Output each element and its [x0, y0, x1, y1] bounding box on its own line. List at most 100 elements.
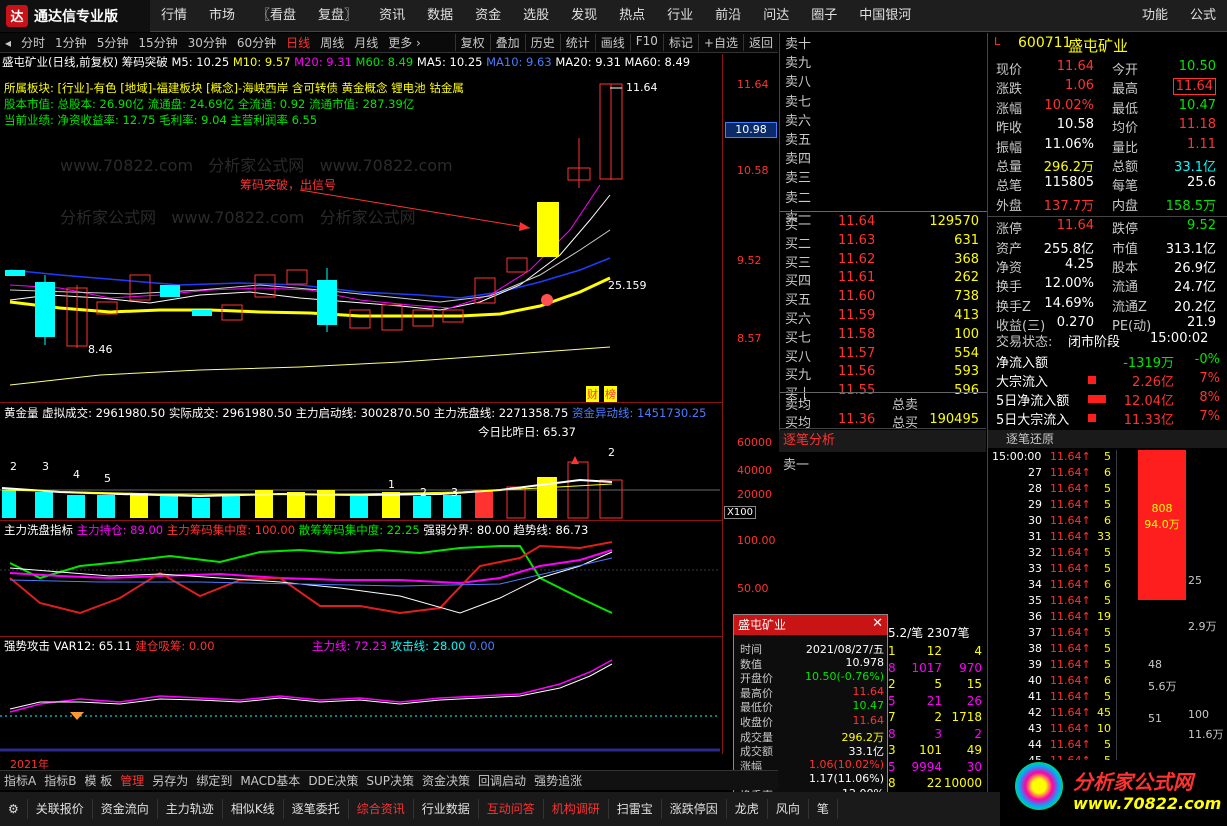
- bottom-tab[interactable]: 机构调研: [544, 799, 609, 819]
- period-tab[interactable]: 60分钟: [232, 34, 281, 51]
- indicator-tab[interactable]: 绑定到: [192, 772, 236, 789]
- annotation-arrow: [299, 189, 531, 229]
- chart-tool-button[interactable]: 返回: [742, 34, 778, 51]
- data-popup[interactable]: 盛屯矿业 ✕ 时间 2021/08/27/五 数值 10.978 开盘价 10.50(-0…: [733, 614, 888, 822]
- detail-cell: 8: [888, 776, 896, 790]
- bottom-tab[interactable]: 笔: [809, 799, 838, 819]
- chart-tool-button[interactable]: 复权: [454, 34, 490, 51]
- menu-item[interactable]: 行情: [150, 0, 198, 32]
- indicator-tab[interactable]: 资金决策: [418, 772, 474, 789]
- chart-tool-button[interactable]: F10: [629, 34, 663, 51]
- menu-item[interactable]: 行业: [656, 0, 704, 32]
- chart-tool-button[interactable]: 叠加: [489, 34, 525, 51]
- detail-cell: 15: [966, 677, 982, 691]
- indicator-tab[interactable]: SUP决策: [362, 772, 418, 789]
- indicator-tab[interactable]: 回调启动: [474, 772, 530, 789]
- indicator-tab[interactable]: DDE决策: [304, 772, 362, 789]
- chart-tool-button[interactable]: 历史: [524, 34, 560, 51]
- tick-list[interactable]: 逐笔还原 808 94.0万 15:00:00 27 28 29 30 31 32 33 34 3…: [987, 430, 1227, 803]
- bottom-tab[interactable]: 主力轨迹: [158, 799, 223, 819]
- menu-item[interactable]: 公式: [1179, 0, 1227, 32]
- chart-title-bar: 盛屯矿业(日线,前复权) 筹码突破 M5: 10.25 M10: 9.57 M2…: [2, 54, 722, 70]
- bottom-tab[interactable]: 行业数据: [414, 799, 479, 819]
- menu-item[interactable]: 选股: [512, 0, 560, 32]
- close-icon[interactable]: ✕: [872, 616, 883, 631]
- menu-item[interactable]: 复盘〗: [307, 0, 368, 32]
- indicator1-chart[interactable]: [0, 538, 722, 636]
- event-list[interactable]: 榜: [604, 386, 617, 402]
- event-finance[interactable]: 财: [586, 386, 599, 402]
- bottom-tab[interactable]: 逐笔委托: [284, 799, 349, 819]
- menu-item[interactable]: 〖看盘: [246, 0, 307, 32]
- bottom-tab[interactable]: 涨跌停因: [662, 799, 727, 819]
- tick-list-title[interactable]: 逐笔还原: [988, 430, 1227, 448]
- popup-key: 时间: [740, 643, 762, 656]
- tick-volume: 6: [1104, 466, 1111, 479]
- menu-item[interactable]: 中国银河: [848, 0, 922, 32]
- collapse-icon[interactable]: ◂: [0, 36, 16, 50]
- bottom-tab[interactable]: 资金流向: [93, 799, 158, 819]
- menu-item[interactable]: 发现: [560, 0, 608, 32]
- bid-row[interactable]: 买八 11.57 554: [780, 346, 987, 365]
- bottom-tab[interactable]: 扫雷宝: [609, 799, 662, 819]
- settings-icon[interactable]: ⚙: [0, 799, 28, 819]
- period-tab[interactable]: 分时: [16, 34, 50, 51]
- bid-row[interactable]: 买六 11.59 413: [780, 308, 987, 327]
- bottom-tab[interactable]: 风向: [768, 799, 809, 819]
- period-tab[interactable]: 15分钟: [133, 34, 182, 51]
- period-tab[interactable]: 日线: [281, 34, 315, 51]
- menu-item[interactable]: 数据: [416, 0, 464, 32]
- bottom-tab[interactable]: 关联报价: [28, 799, 93, 819]
- menu-item[interactable]: 功能: [1131, 0, 1179, 32]
- bid-row[interactable]: 买七 11.58 100: [780, 327, 987, 346]
- bottom-tab[interactable]: 相似K线: [223, 799, 284, 819]
- tick-row: 11.64↑ 19: [988, 610, 1123, 626]
- menu-item[interactable]: 资讯: [368, 0, 416, 32]
- bid-row[interactable]: 买九 11.56 593: [780, 364, 987, 383]
- quote-value: 24.7亿: [1174, 280, 1216, 296]
- bottom-tab[interactable]: 龙虎: [727, 799, 768, 819]
- menu-item[interactable]: 圈子: [800, 0, 848, 32]
- period-tab[interactable]: 30分钟: [183, 34, 232, 51]
- menu-item[interactable]: 资金: [464, 0, 512, 32]
- chart-tool-button[interactable]: 统计: [559, 34, 595, 51]
- indicator-tab[interactable]: 另存为: [148, 772, 192, 789]
- signal-dot: [541, 294, 553, 306]
- period-tab[interactable]: 周线: [315, 34, 349, 51]
- period-tab[interactable]: 5分钟: [92, 34, 134, 51]
- menu-item[interactable]: 市场: [198, 0, 246, 32]
- bid-row[interactable]: 买五 11.60 738: [780, 289, 987, 308]
- indicator-tab[interactable]: 管理: [116, 772, 148, 789]
- indicator-tab[interactable]: 强势追涨: [530, 772, 586, 789]
- indicator2-chart[interactable]: [0, 654, 722, 754]
- indicator-tab[interactable]: 指标A: [0, 772, 40, 789]
- period-tab[interactable]: 月线: [349, 34, 383, 51]
- tick-analysis-tab[interactable]: 逐笔分析: [779, 430, 986, 452]
- indicator-name[interactable]: 筹码突破: [122, 55, 168, 69]
- indicator-tab[interactable]: 指标B: [40, 772, 80, 789]
- menu-item[interactable]: 问达: [752, 0, 800, 32]
- period-tab[interactable]: 更多 ›: [383, 34, 426, 51]
- bid-row[interactable]: 买四 11.61 262: [780, 270, 987, 289]
- bid-row[interactable]: 买一 11.64 129570: [780, 214, 987, 233]
- bid-row[interactable]: 买二 11.63 631: [780, 233, 987, 252]
- quote-label: 今开: [1112, 63, 1139, 78]
- popup-key: 最高价: [740, 686, 773, 700]
- chart-tool-button[interactable]: 标记: [662, 34, 698, 51]
- menu-item[interactable]: 前沿: [704, 0, 752, 32]
- indicator-tab[interactable]: 模 板: [80, 772, 116, 789]
- order-book: 卖十 卖九 卖八 卖七 卖六 卖五 卖四 卖三 卖二 卖一 买一 11.64 129570 买二 11.63…: [779, 33, 987, 433]
- chart-tool-button[interactable]: 画线: [594, 34, 630, 51]
- indicator-tab[interactable]: MACD基本: [236, 772, 304, 789]
- app-logo[interactable]: 达 通达信专业版: [0, 0, 150, 32]
- chart-tool-button[interactable]: +自选: [697, 34, 743, 51]
- bottom-tab[interactable]: 综合资讯: [349, 799, 414, 819]
- bottom-tab[interactable]: 互动问答: [479, 799, 544, 819]
- period-tab[interactable]: 1分钟: [50, 34, 92, 51]
- flow-label: 5日大宗流入: [996, 413, 1070, 428]
- bid-volume: 593: [954, 364, 979, 380]
- bid-row[interactable]: 买三 11.62 368: [780, 252, 987, 271]
- quote-value: 11.64: [1056, 218, 1094, 234]
- menu-item[interactable]: 热点: [608, 0, 656, 32]
- tick-volume: 6: [1104, 514, 1111, 527]
